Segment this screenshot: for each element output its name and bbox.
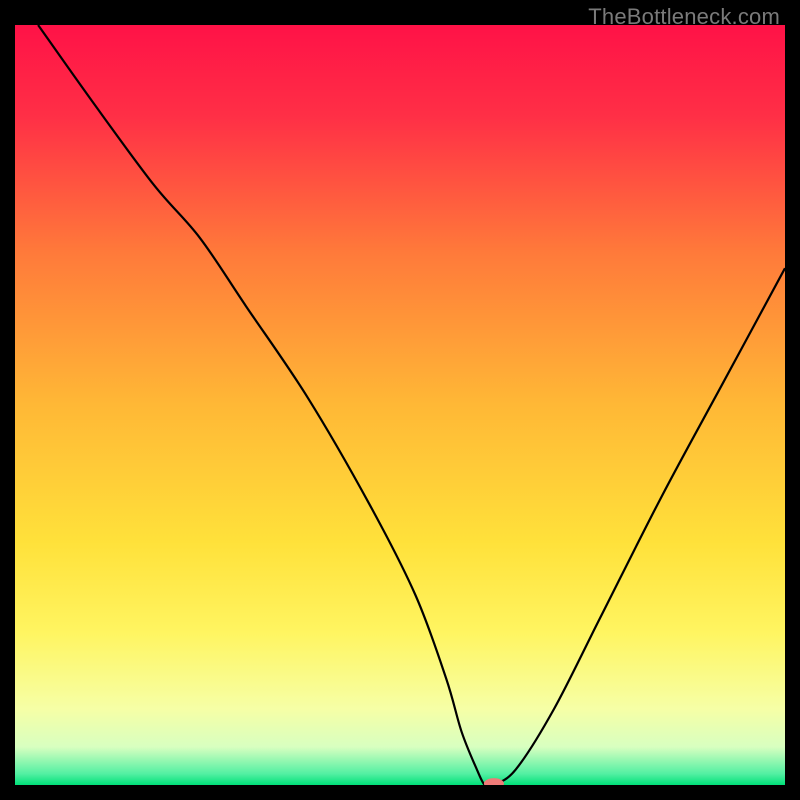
chart-container: TheBottleneck.com <box>0 0 800 800</box>
attribution-label: TheBottleneck.com <box>588 4 780 30</box>
plot-area <box>15 25 785 785</box>
gradient-background <box>15 25 785 785</box>
chart-svg <box>15 25 785 785</box>
